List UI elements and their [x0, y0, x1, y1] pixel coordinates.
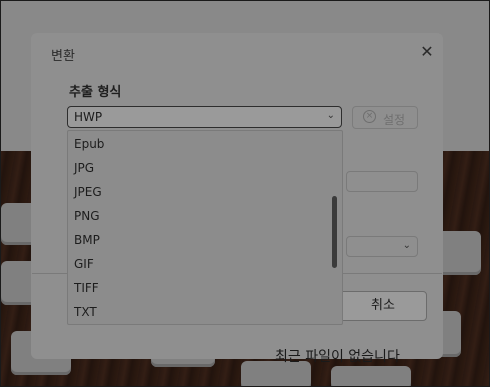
- settings-button[interactable]: × 설정: [352, 106, 418, 129]
- dropdown-item-tiff[interactable]: TIFF: [74, 281, 99, 295]
- chevron-down-icon: ⌄: [326, 110, 335, 121]
- format-dropdown-list: Epub JPG JPEG PNG BMP GIF TIFF TXT: [67, 130, 343, 325]
- extract-format-label: 추출 형식: [69, 85, 122, 100]
- settings-button-label: 설정: [383, 113, 406, 127]
- dropdown-scrollbar[interactable]: [332, 196, 337, 268]
- format-select-value: HWP: [74, 110, 103, 124]
- dropdown-item-bmp[interactable]: BMP: [74, 233, 100, 247]
- close-icon[interactable]: ✕: [419, 44, 435, 60]
- dropdown-item-epub[interactable]: Epub: [74, 137, 104, 151]
- format-select[interactable]: HWP ⌄: [67, 106, 342, 128]
- chevron-down-icon: ⌄: [402, 240, 411, 251]
- dropdown-item-jpeg[interactable]: JPEG: [74, 185, 102, 199]
- dropdown-item-jpg[interactable]: JPG: [74, 161, 94, 175]
- close-circle-icon: ×: [363, 110, 376, 123]
- dialog-title: 변환: [51, 49, 75, 64]
- screen: P 어 로 티· 변환 ✕ 추출 형식 HWP ⌄ × 설정 ⌄ 취소 최근 파…: [0, 0, 490, 387]
- option-input[interactable]: [346, 171, 418, 192]
- dropdown-item-png[interactable]: PNG: [74, 209, 100, 223]
- option-select[interactable]: ⌄: [346, 236, 418, 257]
- recent-files-empty-text: 최근 파일이 없습니다: [275, 349, 400, 365]
- dropdown-item-gif[interactable]: GIF: [74, 257, 94, 271]
- dropdown-item-txt[interactable]: TXT: [74, 305, 97, 319]
- cancel-button[interactable]: 취소: [339, 291, 427, 321]
